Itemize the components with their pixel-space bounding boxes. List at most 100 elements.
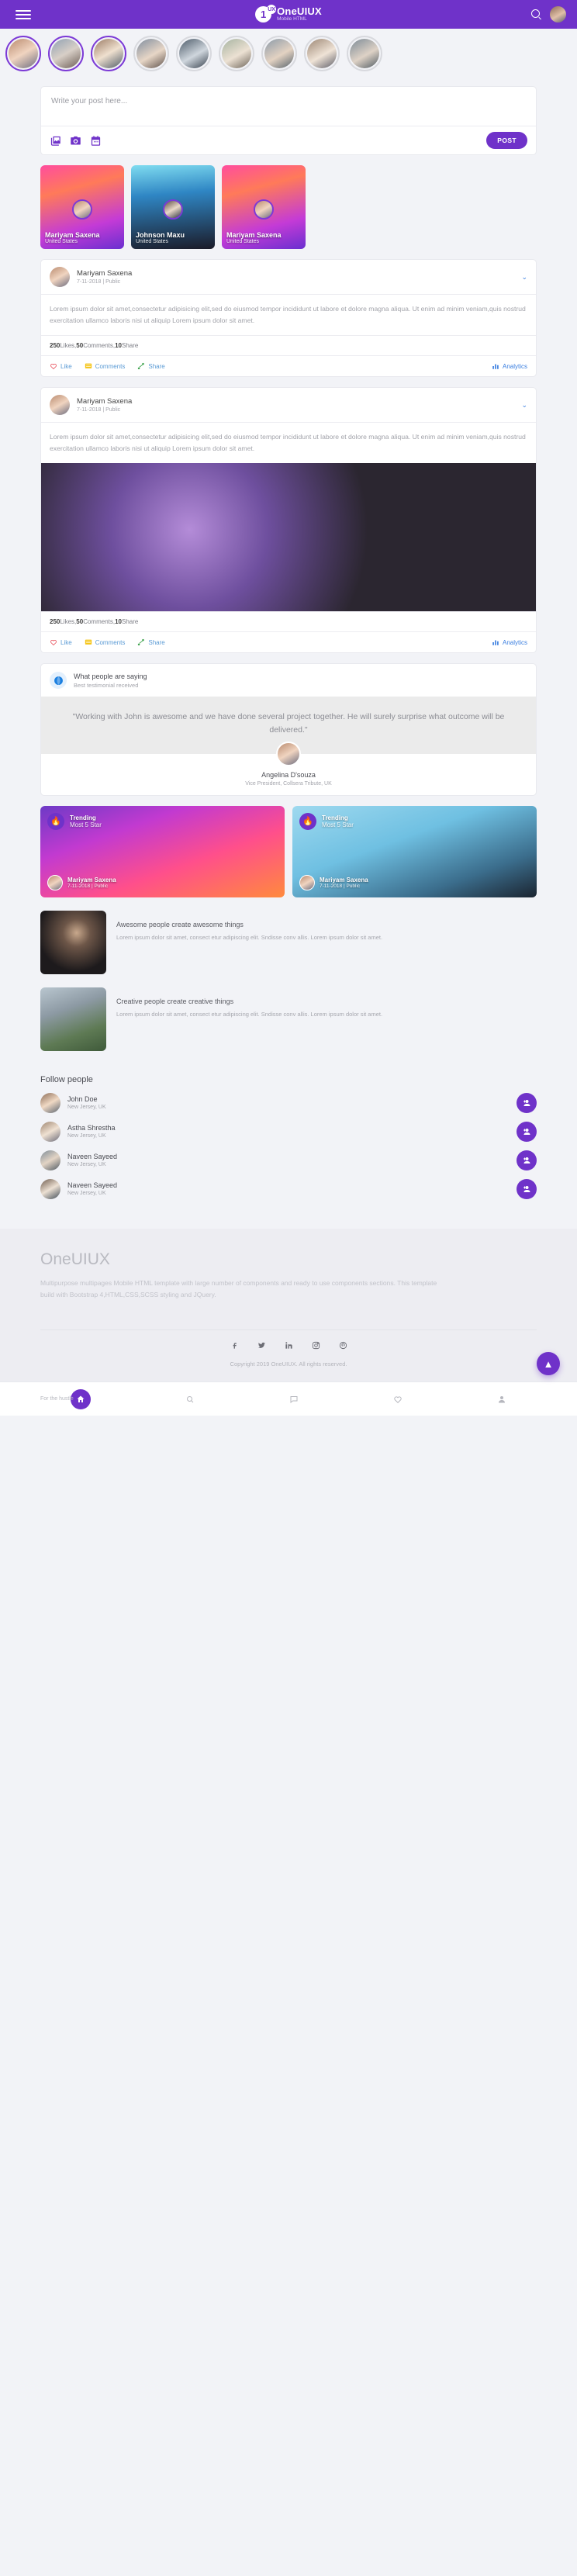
analytics-button[interactable]: Analytics: [492, 362, 527, 370]
story-avatar[interactable]: [133, 36, 169, 71]
story-avatar[interactable]: [48, 36, 84, 71]
calendar-icon[interactable]: [90, 135, 102, 147]
story-avatar[interactable]: [347, 36, 382, 71]
chat-icon[interactable]: [289, 1395, 299, 1404]
footer-social-row: [40, 1329, 537, 1350]
post-image: [41, 463, 536, 612]
trending-meta: 7-11-2018 | Public: [67, 883, 109, 889]
twitter-icon[interactable]: [257, 1341, 266, 1350]
post-author-avatar[interactable]: [50, 395, 70, 416]
share-button[interactable]: Share: [137, 362, 165, 370]
add-person-icon[interactable]: [517, 1150, 537, 1170]
story-card[interactable]: Johnson Maxu United States: [131, 165, 215, 249]
story-card-name: Mariyam Saxena: [226, 231, 282, 239]
heart-icon[interactable]: [393, 1395, 403, 1404]
story-card[interactable]: Mariyam Saxena United States: [40, 165, 124, 249]
app-subtitle: Mobile HTML: [277, 16, 307, 22]
chevron-down-icon[interactable]: ⌄: [521, 401, 527, 410]
arrow-up-icon[interactable]: ▲: [537, 1352, 560, 1376]
follow-row: Astha Shrestha New Jersey, UK: [40, 1121, 537, 1142]
story-card-avatar: [254, 199, 274, 220]
bottomnav-label: For the hustle: [40, 1396, 74, 1402]
search-icon[interactable]: [185, 1395, 195, 1404]
pinterest-icon[interactable]: [339, 1341, 347, 1350]
post-button[interactable]: POST: [486, 132, 527, 149]
comments-button[interactable]: Comments: [85, 362, 125, 370]
article-desc: Lorem ipsum dolor sit amet, consect etur…: [116, 933, 383, 941]
facebook-icon[interactable]: [230, 1341, 239, 1350]
footer: OneUIUX Multipurpose multipages Mobile H…: [0, 1228, 577, 1382]
post-input[interactable]: Write your post here...: [41, 87, 536, 126]
image-icon[interactable]: [50, 135, 61, 147]
shares-count: 10: [115, 342, 123, 350]
testimonial-role: Vice President, Collsera Tribute, UK: [245, 780, 332, 787]
likes-label: Likes: [60, 342, 75, 350]
footer-copyright: Copyright 2019 OneUIUX. All rights reser…: [230, 1361, 347, 1368]
follow-avatar: [40, 1092, 60, 1113]
trending-avatar: [299, 874, 315, 890]
post-meta: 7-11-2018 | Public: [77, 407, 121, 413]
testimonial-author: Angelina D'souza: [261, 770, 316, 779]
chevron-down-icon[interactable]: ⌄: [521, 273, 527, 282]
like-button[interactable]: Like: [50, 362, 72, 370]
search-icon[interactable]: [531, 9, 541, 19]
add-person-icon[interactable]: [517, 1178, 537, 1199]
post-author-avatar[interactable]: [50, 267, 70, 287]
story-card[interactable]: Mariyam Saxena United States: [222, 165, 306, 249]
story-card-avatar: [72, 199, 92, 220]
like-label: Like: [60, 638, 72, 646]
share-button[interactable]: Share: [137, 638, 165, 646]
avatar[interactable]: [550, 6, 566, 22]
add-person-icon[interactable]: [517, 1121, 537, 1142]
likes-count: 250: [50, 342, 60, 350]
story-card-name: Mariyam Saxena: [45, 231, 100, 239]
story-avatar[interactable]: [176, 36, 212, 71]
follow-section-title: Follow people: [40, 1074, 93, 1084]
trending-row: 🔥 Trending Most 5 Star Mariyam Saxena 7-…: [40, 805, 537, 897]
comments-label: Comments: [83, 618, 113, 626]
comments-button[interactable]: Comments: [85, 638, 125, 646]
follow-location: New Jersey, UK: [67, 1162, 106, 1168]
instagram-icon[interactable]: [312, 1341, 320, 1350]
article-item[interactable]: Awesome people create awesome things Lor…: [40, 910, 537, 974]
post-action-bar: Like Comments Share Analytics: [41, 631, 536, 652]
camera-icon[interactable]: [70, 135, 81, 147]
hamburger-icon[interactable]: [16, 9, 31, 19]
trending-sub: Most 5 Star: [322, 821, 354, 828]
follow-name: Naveen Sayeed: [67, 1153, 118, 1161]
story-cards-carousel[interactable]: Mariyam Saxena United States Johnson Max…: [40, 165, 537, 249]
like-button[interactable]: Like: [50, 638, 72, 646]
story-card-location: United States: [136, 239, 169, 244]
stories-avatar-row[interactable]: [0, 29, 577, 78]
post-author-name: Mariyam Saxena: [77, 397, 133, 406]
analytics-button[interactable]: Analytics: [492, 638, 527, 646]
article-title: Creative people create creative things: [116, 997, 234, 1005]
footer-text: Multipurpose multipages Mobile HTML temp…: [40, 1278, 437, 1299]
post-meta: 7-11-2018 | Public: [77, 279, 121, 285]
trending-card[interactable]: 🔥 Trending Most 5 Star Mariyam Saxena 7-…: [40, 805, 285, 897]
story-avatar[interactable]: [91, 36, 126, 71]
trending-meta: 7-11-2018 | Public: [320, 883, 361, 889]
story-avatar[interactable]: [261, 36, 297, 71]
story-avatar[interactable]: [219, 36, 254, 71]
post-stats: 250Likes,50Comments,10Share: [41, 611, 536, 631]
trending-name: Mariyam Saxena: [67, 876, 116, 883]
linkedin-icon[interactable]: [285, 1341, 293, 1350]
comments-label: Comments: [83, 342, 113, 350]
footer-brand: OneUIUX: [40, 1250, 110, 1268]
story-card-location: United States: [45, 239, 78, 244]
story-avatar[interactable]: [5, 36, 41, 71]
add-person-icon[interactable]: [517, 1092, 537, 1113]
story-avatar[interactable]: [304, 36, 340, 71]
follow-row: Naveen Sayeed New Jersey, UK: [40, 1178, 537, 1199]
article-item[interactable]: Creative people create creative things L…: [40, 987, 537, 1051]
trending-card[interactable]: 🔥 Trending Most 5 Star Mariyam Saxena 7-…: [292, 805, 537, 897]
bottom-navigation: ▲ For the hustle: [0, 1352, 577, 1416]
post-author-name: Mariyam Saxena: [77, 269, 133, 278]
person-icon[interactable]: [497, 1395, 506, 1404]
post-card: Mariyam Saxena 7-11-2018 | Public ⌄ Lore…: [40, 387, 537, 654]
logo-number: 1: [261, 9, 267, 20]
app-title: OneUIUX: [277, 5, 322, 18]
follow-location: New Jersey, UK: [67, 1105, 106, 1111]
trending-label: Trending: [322, 814, 348, 821]
